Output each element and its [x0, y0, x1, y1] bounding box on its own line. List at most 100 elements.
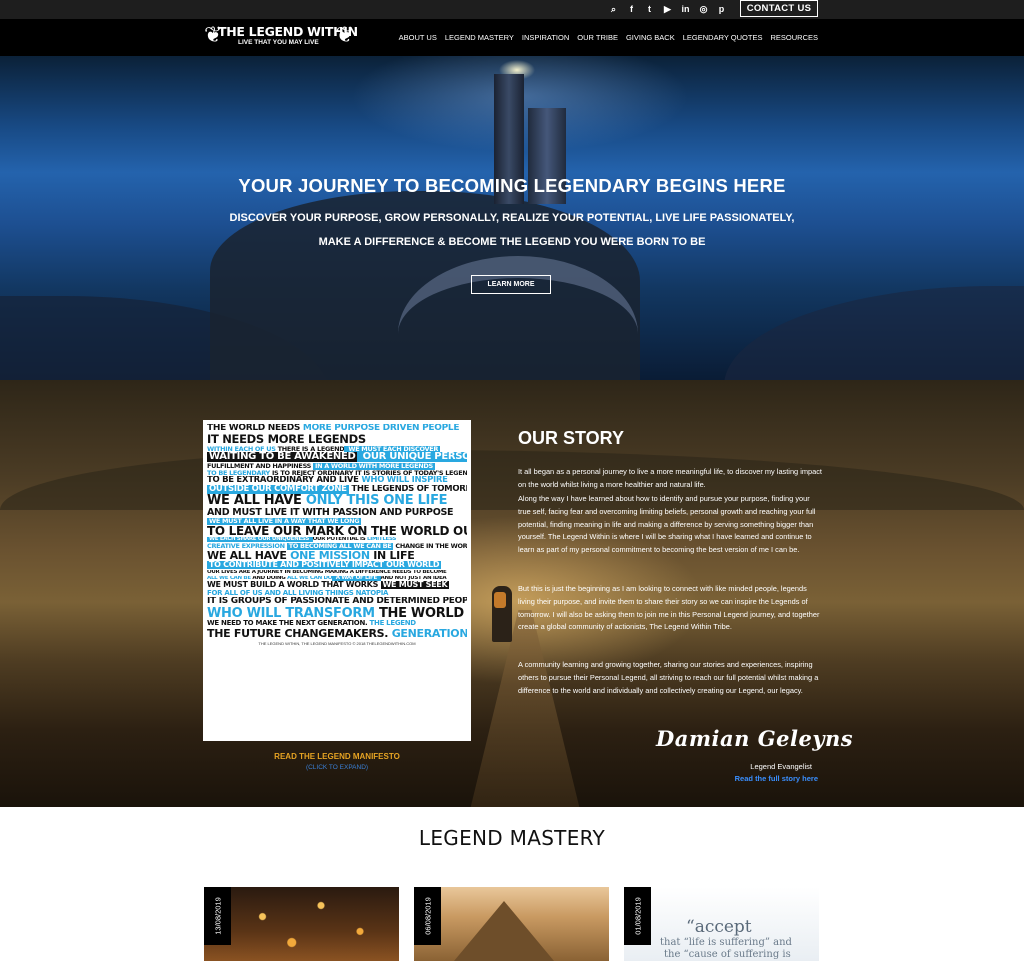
laurel-right-icon: ❦: [335, 23, 354, 48]
manifesto-line: WITHIN EACH OF US THERE IS A LEGEND WE M…: [207, 445, 467, 453]
manifesto-phrase: WHO WILL TRANSFORM: [207, 606, 379, 621]
manifesto-phrase: WHO WILL INSPIRE: [361, 476, 448, 486]
card-date-text: 13/08/2019: [213, 897, 222, 935]
manifesto-phrase: OUR UNIQUE PERSONAL LEGEND: [357, 452, 467, 463]
logo-tagline: LIVE THAT YOU MAY LIVE: [238, 39, 319, 46]
nav-menu: ABOUT US LEGEND MASTERY INSPIRATION OUR …: [399, 33, 818, 42]
manifesto-phrase: WE MUST SEEK: [380, 581, 450, 590]
manifesto-line: WHO WILL TRANSFORM THE WORLD: [207, 607, 467, 621]
mastery-card-pyramid[interactable]: 06/08/2019: [414, 887, 609, 961]
hero-title: YOUR JOURNEY TO BECOMING LEGENDARY BEGIN…: [238, 175, 786, 196]
manifesto-phrase: WE NEED TO MAKE THE NEXT GENERATION.: [207, 620, 370, 628]
story-road: [470, 610, 580, 807]
quote-line: that “life is suffering” and: [660, 937, 792, 948]
manifesto-phrase: WAITING TO BE AWAKENED: [207, 452, 358, 463]
linkedin-icon[interactable]: in: [681, 3, 690, 15]
manifesto-phrase: TO BE LEGENDARY: [207, 469, 272, 477]
facebook-icon[interactable]: f: [627, 3, 636, 15]
nav-item-inspiration[interactable]: INSPIRATION: [522, 33, 569, 42]
manifesto-line: WE ALL HAVE ONE MISSION IN LIFE: [207, 550, 467, 562]
twitter-icon[interactable]: t: [645, 3, 654, 15]
manifesto-line: IT NEEDS MORE LEGENDS: [207, 433, 467, 445]
story-paragraph-1: It all began as a personal journey to li…: [518, 467, 822, 489]
manifesto-line: WE MUST BUILD A WORLD THAT WORKS WE MUST…: [207, 581, 467, 590]
pinterest-icon[interactable]: p: [717, 3, 726, 15]
manifesto-phrase: ALL WE CAN DO: [287, 575, 333, 581]
learn-more-button[interactable]: LEARN MORE: [471, 275, 551, 294]
manifesto-line: WE MUST ALL LIVE IN A WAY THAT WE LONG: [207, 517, 467, 525]
main-navbar: ❦ THE LEGEND WITHIN LIVE THAT YOU MAY LI…: [0, 19, 1024, 56]
our-story-section: THE WORLD NEEDS MORE PURPOSE DRIVEN PEOP…: [0, 380, 1024, 807]
story-paragraph-4: A community learning and growing togethe…: [518, 660, 819, 695]
full-story-link[interactable]: Read the full story here: [700, 774, 818, 783]
card-date: 01/08/2019: [624, 887, 651, 945]
mastery-card-lanterns[interactable]: 13/08/2019: [204, 887, 399, 961]
read-manifesto-link[interactable]: READ THE LEGEND MANIFESTO: [203, 752, 471, 761]
manifesto-phrase: IT IS STORIES OF TODAY'S LEGENDS: [353, 469, 467, 477]
manifesto-phrase: OUR LEGACY: [453, 524, 467, 538]
nav-item-legendary-quotes[interactable]: LEGENDARY QUOTES: [683, 33, 763, 42]
card-date-text: 06/08/2019: [423, 897, 432, 935]
backpack: [494, 592, 506, 608]
author-role: Legend Evangelist: [750, 762, 812, 771]
nav-item-giving-back[interactable]: GIVING BACK: [626, 33, 675, 42]
manifesto-phrase: CHANGE IN THE WORLD: [395, 543, 467, 550]
card-date: 06/08/2019: [414, 887, 441, 945]
manifesto-phrase: IN A WORLD WITH MORE LEGENDS: [313, 462, 435, 470]
story-walker: [492, 586, 512, 642]
manifesto-poster[interactable]: THE WORLD NEEDS MORE PURPOSE DRIVEN PEOP…: [203, 420, 471, 741]
manifesto-phrase: WE MUST EACH DISCOVER: [344, 445, 441, 453]
manifesto-phrase: AND NOT JUST AN IDEA: [380, 575, 447, 581]
top-bar: ⌕ f t ▶ in ◎ p CONTACT US: [0, 0, 1024, 19]
expand-manifesto-link[interactable]: (CLICK TO EXPAND): [203, 764, 471, 771]
manifesto-phrase: NATOPIA: [355, 589, 389, 597]
manifesto-phrase: TO LEAVE OUR MARK ON THE WORLD: [207, 524, 454, 538]
legend-mastery-section: LEGEND MASTERY 13/08/2019 06/08/2019 01/…: [0, 807, 1024, 961]
manifesto-line: FULFILLMENT AND HAPPINESS IN A WORLD WIT…: [207, 462, 467, 470]
manifesto-phrase: IT IS GROUPS OF PASSIONATE AND DETERMINE…: [207, 597, 467, 607]
manifesto-phrase: IS TO REJECT ORDINARY: [271, 469, 354, 477]
manifesto-phrase: IT NEEDS MORE LEGENDS: [207, 433, 366, 446]
card-date: 13/08/2019: [204, 887, 231, 945]
manifesto-phrase: AND DOING: [252, 575, 288, 581]
hero-rocks-right: [724, 286, 1024, 380]
site-logo[interactable]: ❦ THE LEGEND WITHIN LIVE THAT YOU MAY LI…: [204, 21, 358, 53]
youtube-icon[interactable]: ▶: [663, 3, 672, 15]
manifesto-phrase: TO BECOMING ALL WE CAN BE: [286, 543, 394, 550]
manifesto-line: OUTSIDE OUR COMFORT ZONE THE LEGENDS OF …: [207, 485, 467, 495]
quote-line: the “cause of suffering is: [664, 949, 791, 960]
mastery-card-quote[interactable]: 01/08/2019 “accept that “life is sufferi…: [624, 887, 819, 961]
manifesto-phrase: THE FUTURE CHANGEMAKERS.: [207, 627, 392, 640]
manifesto-line: IT IS GROUPS OF PASSIONATE AND DETERMINE…: [207, 597, 467, 606]
manifesto-phrase: WE ALL HAVE: [207, 549, 291, 562]
manifesto-phrase: TO CONTRIBUTE AND POSITIVELY IMPACT OUR …: [207, 561, 442, 570]
manifesto-phrase: IN LIFE: [369, 549, 415, 562]
manifesto-footer: THE LEGEND WITHIN, THE LEGEND MANIFESTO …: [258, 641, 416, 647]
manifesto-line: TO BE LEGENDARY IS TO REJECT ORDINARY IT…: [207, 470, 467, 477]
manifesto-phrase: OUR LIVES ARE A JOURNEY IN BECOMING: [207, 569, 325, 575]
pyramid-image: [454, 901, 554, 961]
manifesto-phrase: THE LEGENDS OF TOMORROW: [351, 485, 467, 495]
manifesto-line: TO LEAVE OUR MARK ON THE WORLD OUR LEGAC…: [207, 525, 467, 538]
manifesto-phrase: OUTSIDE OUR COMFORT ZONE: [207, 485, 349, 495]
manifesto-phrase: WE MUST BUILD A WORLD THAT WORKS: [207, 581, 381, 590]
instagram-icon[interactable]: ◎: [699, 3, 708, 15]
manifesto-phrase: CREATIVE EXPRESSION: [207, 543, 287, 550]
manifesto-phrase: WE EACH SHARE OUR UNIQUENESS: [207, 537, 313, 543]
search-icon[interactable]: ⌕: [609, 3, 618, 15]
story-paragraph-3: But this is just the beginning as I am l…: [518, 584, 820, 632]
manifesto-line: THE FUTURE CHANGEMAKERS. GENERATION: [207, 628, 467, 640]
manifesto-phrase: THE LEGEND: [369, 620, 417, 628]
nav-item-resources[interactable]: RESOURCES: [770, 33, 818, 42]
signature: Damian Geleyns: [656, 726, 854, 751]
manifesto-phrase: WE ALL HAVE: [207, 494, 306, 508]
story-paragraph-2: Along the way I have learned about how t…: [518, 494, 816, 555]
manifesto-phrase: LIMITLESS: [367, 537, 397, 543]
nav-item-our-tribe[interactable]: OUR TRIBE: [577, 33, 618, 42]
manifesto-line: THE WORLD NEEDS MORE PURPOSE DRIVEN PEOP…: [207, 424, 467, 433]
card-date-text: 01/08/2019: [633, 897, 642, 935]
nav-item-about-us[interactable]: ABOUT US: [399, 33, 437, 42]
nav-item-legend-mastery[interactable]: LEGEND MASTERY: [445, 33, 514, 42]
contact-us-button[interactable]: CONTACT US: [740, 0, 818, 17]
manifesto-phrase: THE WORLD NEEDS: [207, 424, 303, 433]
